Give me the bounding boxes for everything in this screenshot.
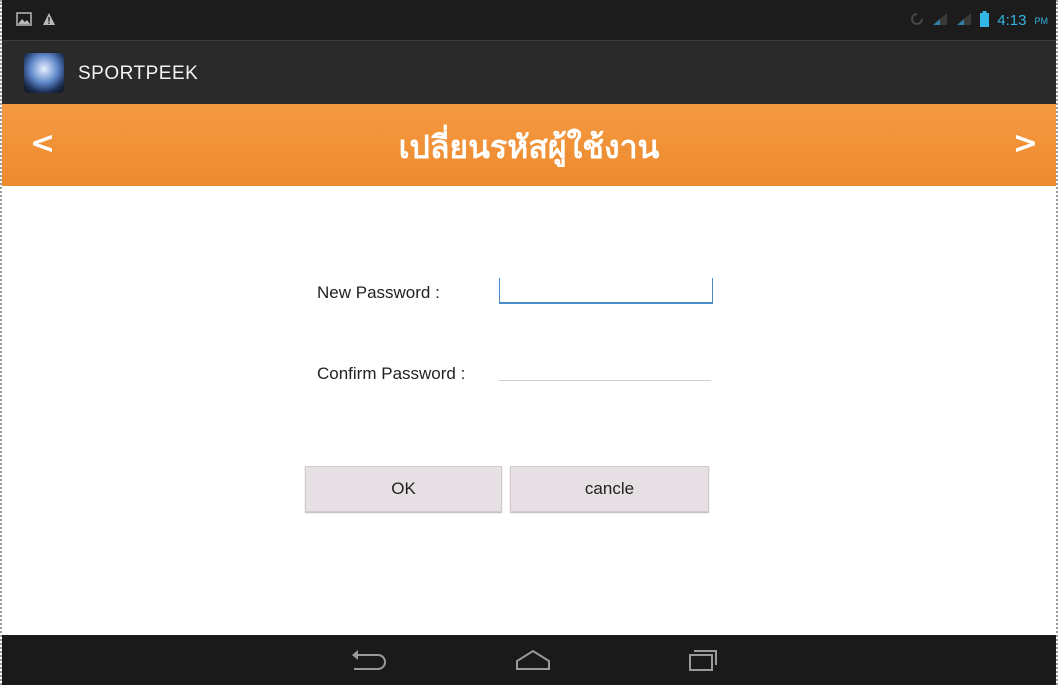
warning-icon [42,12,56,30]
back-icon[interactable] [348,647,388,673]
battery-icon [980,11,990,31]
image-notification-icon [16,12,32,30]
status-right-icons: 4:13 PM [910,11,1048,31]
ok-button[interactable]: OK [305,466,502,512]
new-password-label: New Password : [317,283,440,302]
confirm-password-input[interactable] [499,356,711,381]
recent-apps-icon[interactable] [682,647,722,673]
screen: 4:13 PM SPORTPEEK < เปลี่ยนรหัสผู้ใช้งาน… [0,0,1058,685]
status-time: 4:13 [997,12,1027,29]
sync-icon [910,12,924,30]
signal-icon [932,12,948,30]
home-icon[interactable] [513,647,553,673]
new-password-input[interactable] [499,278,713,304]
page-header: < เปลี่ยนรหัสผู้ใช้งาน > [2,104,1056,186]
status-left-icons [16,12,56,30]
next-button[interactable]: > [1013,126,1038,161]
app-name: SPORTPEEK [78,63,199,84]
status-bar: 4:13 PM [2,0,1056,40]
signal-icon [956,12,972,30]
system-nav-bar [2,635,1056,685]
page-title: เปลี่ยนรหัสผู้ใช้งาน [398,128,660,166]
app-logo-icon[interactable] [24,53,64,93]
cancel-button[interactable]: cancle [510,466,709,512]
confirm-password-label: Confirm Password : [317,364,466,383]
status-time-suffix: PM [1034,16,1049,26]
action-bar: SPORTPEEK [2,40,1056,105]
